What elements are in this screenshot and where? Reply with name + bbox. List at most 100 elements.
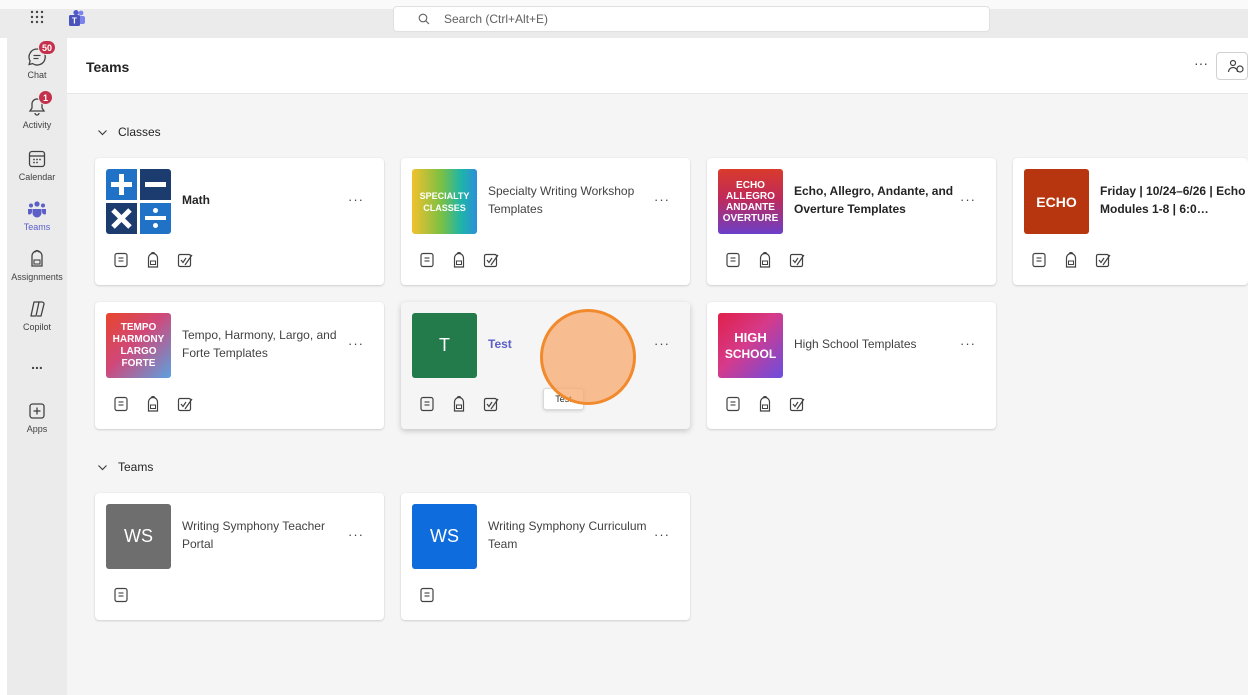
team-more-button[interactable]: ··· <box>654 336 670 351</box>
team-card-ws-portal[interactable]: WS Writing Symphony Teacher Portal ··· <box>95 493 384 620</box>
copilot-icon <box>26 298 48 320</box>
rail-label-activity: Activity <box>22 120 52 130</box>
grades-icon[interactable] <box>176 395 194 413</box>
team-card-specialty-writing[interactable]: SPECIALTY CLASSES Specialty Writing Work… <box>401 158 690 285</box>
add-apps-icon <box>26 400 48 422</box>
bell-icon: 1 <box>26 90 53 118</box>
title-bar: T Search (Ctrl+Alt+E) <box>0 0 1248 38</box>
team-name: Writing Symphony Curriculum Team <box>488 519 647 551</box>
team-name: Writing Symphony Teacher Portal <box>182 519 325 551</box>
team-quick-actions <box>418 586 436 604</box>
team-quick-actions <box>418 395 500 413</box>
echo-templates-thumbnail: ECHO ALLEGRO ANDANTE OVERTURE <box>718 169 783 234</box>
rail-item-activity[interactable]: 1 Activity <box>7 90 67 130</box>
ws-portal-thumbnail: WS <box>106 504 171 569</box>
rail-label-chat: Chat <box>27 70 47 80</box>
class-notebook-icon[interactable] <box>724 395 742 413</box>
assignments-icon[interactable] <box>1062 251 1080 269</box>
assignments-icon[interactable] <box>756 395 774 413</box>
section-teams-label: Teams <box>118 460 154 474</box>
team-more-button[interactable]: ··· <box>654 192 670 207</box>
people-settings-icon <box>1227 59 1244 73</box>
class-notebook-icon[interactable] <box>112 251 130 269</box>
rail-item-apps[interactable]: Apps <box>7 400 67 434</box>
test-thumbnail: T <box>412 313 477 378</box>
class-notebook-icon[interactable] <box>418 251 436 269</box>
notebook-icon[interactable] <box>112 586 130 604</box>
activity-badge: 1 <box>38 90 53 105</box>
header-more-button[interactable]: ··· <box>1194 55 1208 71</box>
search-placeholder: Search (Ctrl+Alt+E) <box>444 12 549 26</box>
class-notebook-icon[interactable] <box>1030 251 1048 269</box>
team-name: Friday | 10/24–6/26 | Echo Modules 1-8 |… <box>1100 184 1246 216</box>
join-create-team-button[interactable] <box>1216 52 1248 80</box>
grades-icon[interactable] <box>788 251 806 269</box>
chat-badge: 50 <box>38 40 57 55</box>
team-more-button[interactable]: ··· <box>348 527 364 542</box>
section-classes-label: Classes <box>118 125 161 139</box>
rail-item-calendar[interactable]: Calendar <box>7 148 67 182</box>
team-card-ws-curriculum[interactable]: WS Writing Symphony Curriculum Team ··· <box>401 493 690 620</box>
search-icon <box>418 13 430 25</box>
rail-item-copilot[interactable]: Copilot <box>7 298 67 332</box>
notebook-icon[interactable] <box>418 586 436 604</box>
assignments-icon[interactable] <box>450 251 468 269</box>
section-classes[interactable]: Classes <box>97 125 161 139</box>
chevron-down-icon <box>98 464 107 470</box>
team-name: Specialty Writing Workshop Templates <box>488 184 635 216</box>
calendar-icon <box>26 148 48 170</box>
team-card-echo-templates[interactable]: ECHO ALLEGRO ANDANTE OVERTURE Echo, Alle… <box>707 158 996 285</box>
assignments-icon[interactable] <box>756 251 774 269</box>
team-more-button[interactable]: ··· <box>348 336 364 351</box>
grades-icon[interactable] <box>1094 251 1112 269</box>
team-quick-actions <box>1030 251 1112 269</box>
team-name: Tempo, Harmony, Largo, and Forte Templat… <box>182 328 337 360</box>
team-more-button[interactable]: ··· <box>654 527 670 542</box>
class-notebook-icon[interactable] <box>112 395 130 413</box>
backpack-icon <box>26 248 48 270</box>
rail-label-calendar: Calendar <box>18 172 56 182</box>
click-marker <box>540 309 636 405</box>
search-input[interactable]: Search (Ctrl+Alt+E) <box>393 6 990 32</box>
tempo-thumbnail: TEMPO HARMONY LARGO FORTE <box>106 313 171 378</box>
chevron-down-icon <box>98 129 107 135</box>
team-card-friday-echo[interactable]: ECHO Friday | 10/24–6/26 | Echo Modules … <box>1013 158 1248 285</box>
class-notebook-icon[interactable] <box>418 395 436 413</box>
assignments-icon[interactable] <box>144 251 162 269</box>
team-name: Math <box>182 193 210 207</box>
team-more-button[interactable]: ··· <box>960 336 976 351</box>
high-school-thumbnail: HIGH SCHOOL <box>718 313 783 378</box>
rail-item-teams[interactable]: Teams <box>7 198 67 232</box>
chat-icon: 50 <box>26 40 57 68</box>
team-more-button[interactable]: ··· <box>348 192 364 207</box>
rail-item-chat[interactable]: 50 Chat <box>7 40 67 80</box>
team-more-button[interactable]: ··· <box>960 192 976 207</box>
specialty-thumbnail: SPECIALTY CLASSES <box>412 169 477 234</box>
team-card-high-school[interactable]: HIGH SCHOOL High School Templates ··· <box>707 302 996 429</box>
team-name: High School Templates <box>794 337 917 351</box>
math-thumbnail <box>106 169 171 234</box>
team-quick-actions <box>112 395 194 413</box>
rail-item-assignments[interactable]: Assignments <box>7 248 67 282</box>
class-notebook-icon[interactable] <box>724 251 742 269</box>
team-quick-actions <box>418 251 500 269</box>
team-card-tempo[interactable]: TEMPO HARMONY LARGO FORTE Tempo, Harmony… <box>95 302 384 429</box>
assignments-icon[interactable] <box>450 395 468 413</box>
grades-icon[interactable] <box>482 251 500 269</box>
rail-more-button[interactable]: ... <box>7 356 67 372</box>
assignments-icon[interactable] <box>144 395 162 413</box>
team-quick-actions <box>112 251 194 269</box>
team-card-math[interactable]: Math ··· <box>95 158 384 285</box>
rail-label-copilot: Copilot <box>22 322 51 332</box>
team-name: Echo, Allegro, Andante, and Overture Tem… <box>794 184 954 216</box>
grades-icon[interactable] <box>482 395 500 413</box>
page-header: Teams ··· <box>67 38 1248 94</box>
section-teams[interactable]: Teams <box>97 460 153 474</box>
grades-icon[interactable] <box>788 395 806 413</box>
more-icon: ... <box>31 356 43 372</box>
rail-label-apps: Apps <box>26 424 48 434</box>
rail-label-teams: Teams <box>23 222 51 232</box>
teams-logo-icon: T <box>68 10 86 28</box>
waffle-icon[interactable] <box>28 10 46 28</box>
grades-icon[interactable] <box>176 251 194 269</box>
